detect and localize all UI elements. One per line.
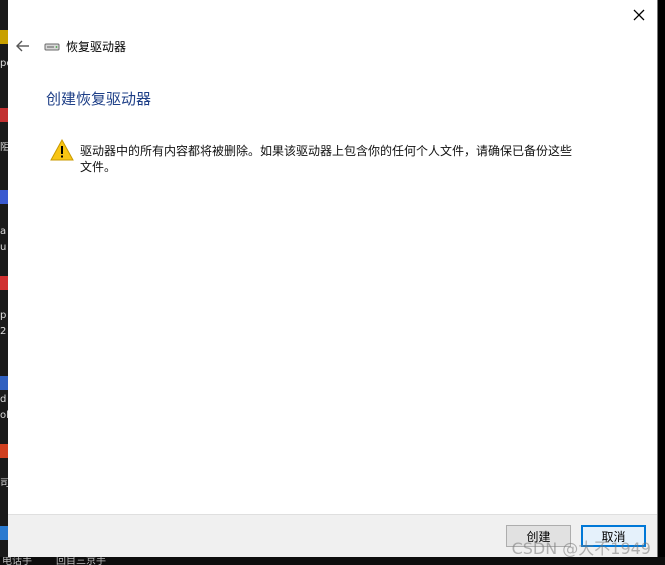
desktop-icon[interactable] [0,30,8,44]
back-arrow-icon [16,40,29,52]
desktop-strip: pe 阻 a u p 2 d ol 司 [0,0,8,565]
desktop-label: pe [0,58,8,69]
desktop-label: p [0,310,7,321]
warning-icon [50,139,74,161]
desktop-label: u [0,242,7,253]
desktop-label: ol [0,410,8,421]
warning-message: 驱动器中的所有内容都将被删除。如果该驱动器上包含你的任何个人文件，请确保已备份这… [80,144,573,174]
desktop-label: 阻 [0,142,8,153]
desktop-icon[interactable] [0,376,8,390]
desktop-label: 电话手 [2,557,32,565]
desktop-icon[interactable] [0,276,8,290]
desktop-label: d [0,394,7,405]
desktop-label: 2 [0,326,7,337]
desktop-icon[interactable] [0,526,8,540]
desktop-label: a [0,226,7,237]
page-heading: 创建恢复驱动器 [46,90,152,108]
desktop-icon[interactable] [0,444,8,458]
desktop-icon[interactable] [0,108,8,122]
drive-icon [44,43,60,51]
window-title: 恢复驱动器 [66,40,127,54]
recovery-drive-dialog: 恢复驱动器 创建恢复驱动器 驱动器中的所有内容都将被删除。如果该驱动器上包含你的… [8,0,658,557]
desktop-icon[interactable] [0,190,8,204]
watermark: CSDN @大不1949 [511,539,651,558]
desktop-label: 回目三京手 [56,557,106,565]
close-button[interactable] [625,2,653,28]
close-icon [633,9,645,21]
back-button[interactable] [13,37,33,55]
desktop-label: 司 [0,478,8,489]
